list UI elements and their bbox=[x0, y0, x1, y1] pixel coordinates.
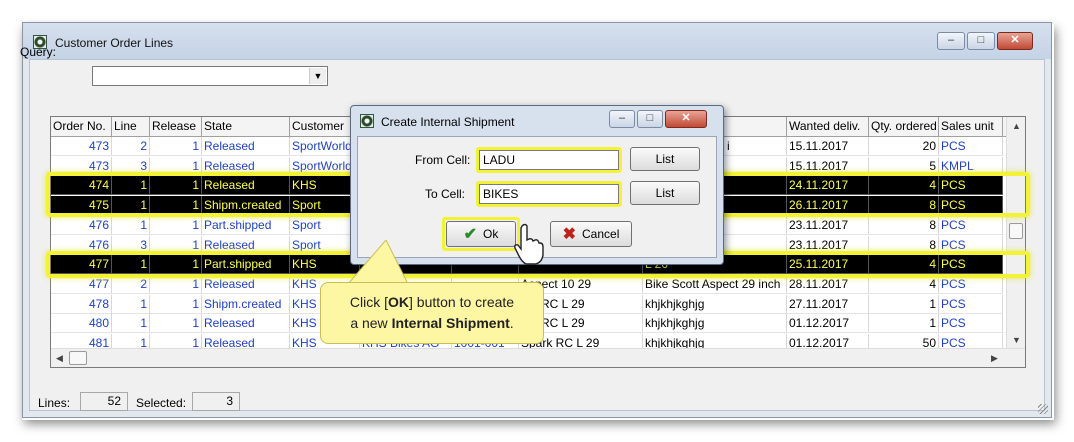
cell-sales-unit[interactable]: PCS bbox=[939, 137, 1003, 156]
close-icon: ✕ bbox=[1010, 34, 1020, 46]
dialog-title: Create Internal Shipment bbox=[381, 115, 515, 129]
dialog-minimize-button[interactable]: – bbox=[609, 110, 635, 128]
checkmark-icon: ✔ bbox=[463, 225, 478, 243]
close-icon: ✕ bbox=[681, 112, 691, 124]
cell-release[interactable]: 1 bbox=[150, 215, 202, 235]
chevron-down-icon[interactable]: ▼ bbox=[309, 68, 326, 84]
minimize-button[interactable]: – bbox=[937, 32, 965, 50]
horizontal-scrollbar[interactable]: ◀ ▶ bbox=[51, 348, 1025, 367]
maximize-icon: □ bbox=[977, 34, 985, 46]
vertical-scrollbar[interactable]: ▲ ▼ bbox=[1006, 117, 1025, 349]
to-list-button[interactable]: List bbox=[630, 181, 700, 205]
cell-qty-ordered[interactable]: 1 bbox=[869, 314, 939, 334]
cell-sales-unit[interactable]: PCS bbox=[939, 215, 1003, 235]
maximize-icon: □ bbox=[646, 112, 654, 124]
minimize-icon: – bbox=[947, 34, 955, 46]
col-header-qty-ordered[interactable]: Qty. ordered bbox=[869, 117, 939, 136]
scroll-down-icon[interactable]: ▼ bbox=[1012, 335, 1021, 345]
cell-sales-unit[interactable]: PCS bbox=[939, 294, 1003, 314]
col-header-line[interactable]: Line bbox=[112, 117, 150, 136]
cell-col-9[interactable]: khjkhjkghjg bbox=[643, 314, 787, 334]
cell-qty-ordered[interactable]: 8 bbox=[869, 215, 939, 235]
cancel-button[interactable]: ✖ Cancel bbox=[550, 221, 632, 247]
cell-wanted-delivery[interactable]: 01.12.2017 bbox=[787, 314, 869, 334]
col-header-state[interactable]: State bbox=[202, 117, 290, 136]
from-cell-input[interactable]: LADU bbox=[479, 150, 619, 170]
cell-release[interactable]: 1 bbox=[150, 294, 202, 314]
cell-order-no[interactable]: 478 bbox=[51, 294, 112, 314]
to-cell-label: To Cell: bbox=[425, 187, 466, 201]
to-cell-input[interactable]: BIKES bbox=[479, 184, 619, 204]
cell-wanted-delivery[interactable]: 15.11.2017 bbox=[787, 137, 869, 156]
lines-label: Lines: bbox=[38, 396, 71, 410]
selected-label: Selected: bbox=[136, 396, 187, 410]
cell-release[interactable]: 1 bbox=[150, 314, 202, 334]
window-title: Customer Order Lines bbox=[55, 36, 174, 50]
cell-line[interactable]: 1 bbox=[112, 314, 150, 334]
ok-button[interactable]: ✔ Ok bbox=[446, 221, 516, 247]
cell-state[interactable]: Shipm.created bbox=[202, 294, 290, 314]
horizontal-scroll-thumb[interactable] bbox=[69, 351, 87, 365]
callout-line-2: a new Internal Shipment. bbox=[350, 315, 514, 331]
cell-state[interactable]: Part.shipped bbox=[202, 215, 290, 235]
col-header-release[interactable]: Release bbox=[150, 117, 202, 136]
cell-order-no[interactable]: 473 bbox=[51, 137, 112, 156]
ok-label: Ok bbox=[483, 227, 499, 241]
cell-wanted-delivery[interactable]: 27.11.2017 bbox=[787, 294, 869, 314]
cell-line[interactable]: 1 bbox=[112, 294, 150, 314]
col-header-order-no[interactable]: Order No. bbox=[51, 117, 112, 136]
callout-line-1: Click [OK] button to create bbox=[349, 294, 515, 310]
cell-order-no[interactable]: 480 bbox=[51, 314, 112, 334]
col-header-wanted-delivery[interactable]: Wanted deliv. bbox=[787, 117, 869, 136]
cell-qty-ordered[interactable]: 20 bbox=[869, 137, 939, 156]
col-header-sales-unit[interactable]: Sales unit bbox=[939, 117, 1003, 136]
scroll-left-icon[interactable]: ◀ bbox=[56, 353, 63, 364]
title-bar[interactable]: Customer Order Lines – □ ✕ bbox=[23, 23, 1051, 59]
cross-icon: ✖ bbox=[562, 225, 577, 243]
vertical-scroll-thumb[interactable] bbox=[1009, 223, 1023, 239]
scroll-right-icon[interactable]: ▶ bbox=[991, 353, 998, 364]
dialog-maximize-button[interactable]: □ bbox=[637, 110, 663, 128]
resize-grip-icon[interactable] bbox=[1038, 404, 1048, 414]
cell-col-9[interactable]: khjkhjkghjg bbox=[643, 294, 787, 314]
dialog-close-button[interactable]: ✕ bbox=[665, 110, 707, 128]
query-select[interactable]: ▼ bbox=[92, 66, 328, 86]
cell-line[interactable]: 2 bbox=[112, 137, 150, 156]
cell-release[interactable]: 1 bbox=[150, 137, 202, 156]
cell-qty-ordered[interactable]: 1 bbox=[869, 294, 939, 314]
instruction-callout: Click [OK] button to create a new Intern… bbox=[320, 282, 544, 344]
dialog-gear-icon bbox=[360, 114, 374, 128]
cell-order-no[interactable]: 476 bbox=[51, 215, 112, 235]
cell-wanted-delivery[interactable]: 23.11.2017 bbox=[787, 215, 869, 235]
minimize-icon: – bbox=[618, 112, 626, 124]
query-label: Query: bbox=[20, 45, 57, 59]
lines-count: 52 bbox=[80, 392, 128, 411]
cancel-label: Cancel bbox=[582, 227, 620, 241]
close-button[interactable]: ✕ bbox=[997, 32, 1033, 50]
cell-line[interactable]: 1 bbox=[112, 215, 150, 235]
from-cell-label: From Cell: bbox=[415, 153, 471, 167]
cell-sales-unit[interactable]: PCS bbox=[939, 314, 1003, 334]
maximize-button[interactable]: □ bbox=[967, 32, 995, 50]
cell-state[interactable]: Released bbox=[202, 314, 290, 334]
scroll-up-icon[interactable]: ▲ bbox=[1012, 121, 1021, 131]
selected-count: 3 bbox=[192, 392, 240, 411]
hand-cursor-icon bbox=[514, 223, 544, 265]
from-list-button[interactable]: List bbox=[630, 147, 700, 171]
cell-state[interactable]: Released bbox=[202, 137, 290, 156]
